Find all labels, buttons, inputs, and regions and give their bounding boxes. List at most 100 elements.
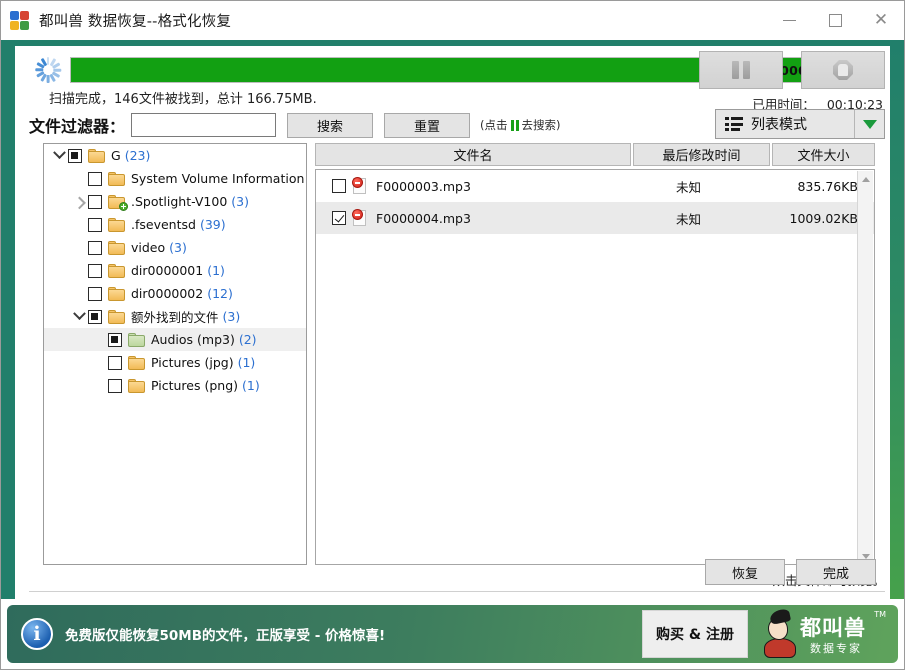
tree-node[interactable]: Pictures (jpg) (1) <box>44 351 306 374</box>
tree-node-count: (23) <box>124 148 151 163</box>
brand-tagline: 数据专家 <box>810 642 862 655</box>
search-hint-prefix: (点击 <box>480 118 508 132</box>
mini-pause-icon <box>510 119 519 131</box>
loading-spinner-icon <box>34 57 61 83</box>
tree-node[interactable]: dir0000001 (1) <box>44 259 306 282</box>
column-header-size[interactable]: 文件大小 <box>772 143 875 166</box>
folder-icon <box>128 378 146 393</box>
frame-left-bar <box>1 46 15 599</box>
folder-icon <box>108 286 126 301</box>
close-icon: ✕ <box>873 10 889 30</box>
tree-node-label: video <box>131 240 166 255</box>
tree-node-checkbox[interactable] <box>88 263 102 278</box>
tree-node-label: dir0000002 <box>131 286 204 301</box>
folder-icon <box>108 309 126 324</box>
tree-node-checkbox[interactable] <box>88 171 102 186</box>
tree-node-checkbox[interactable] <box>88 240 102 255</box>
reset-button[interactable]: 重置 <box>384 112 471 138</box>
file-row-checkbox[interactable] <box>332 211 346 225</box>
view-mode-label: 列表模式 <box>751 117 807 133</box>
tree-node[interactable]: System Volume Information(2) <box>44 167 306 190</box>
tree-node-checkbox[interactable] <box>108 355 122 370</box>
column-header-filename[interactable]: 文件名 <box>315 143 631 166</box>
footer-divider <box>29 591 885 592</box>
deleted-file-icon <box>352 209 368 227</box>
tree-node-label: G <box>111 148 121 163</box>
tree-node-label: dir0000001 <box>131 263 204 278</box>
tree-node[interactable]: .fseventsd (39) <box>44 213 306 236</box>
pause-button[interactable] <box>699 51 783 89</box>
tree-node-count: (3) <box>169 240 187 255</box>
promo-banner: i 免费版仅能恢复50MB的文件，正版享受 - 价格惊喜! 购买 & 注册 都叫… <box>7 605 898 663</box>
folder-icon <box>108 240 126 255</box>
tree-node-count: (1) <box>207 263 225 278</box>
window-controls: ✕ <box>766 1 904 40</box>
tree-node-label: .fseventsd <box>131 217 196 232</box>
tree-node-count: (3) <box>231 194 250 209</box>
file-row[interactable]: F0000003.mp3 未知 835.76KB <box>316 170 874 202</box>
file-row[interactable]: F0000004.mp3 未知 1009.02KB <box>316 202 874 234</box>
folder-icon <box>128 355 146 370</box>
scan-status-text: 扫描完成，146文件被找到，总计 166.75MB. <box>49 92 317 107</box>
filter-row: 文件过滤器： 搜索 重置 (点击 去搜索) <box>29 112 561 138</box>
view-mode-dropdown[interactable]: 列表模式 <box>715 109 885 139</box>
pause-icon <box>732 61 750 79</box>
search-hint: (点击 去搜索) <box>480 117 561 133</box>
tree-node[interactable]: 额外找到的文件 (3) <box>44 305 306 328</box>
file-name: F0000003.mp3 <box>376 178 471 194</box>
chevron-down-icon[interactable] <box>50 151 68 160</box>
list-icon <box>725 117 743 131</box>
main-content: 10000/10000 扫描完成，146文件被找到，总计 166.75MB. 已… <box>15 46 890 599</box>
recover-button[interactable]: 恢复 <box>705 559 785 585</box>
minimize-button[interactable] <box>766 1 812 40</box>
tree-node[interactable]: Audios (mp3) (2) <box>44 328 306 351</box>
tree-node-label: Audios (mp3) <box>151 332 235 347</box>
tree-node-checkbox[interactable] <box>68 148 82 163</box>
maximize-button[interactable] <box>812 1 858 40</box>
stop-button[interactable] <box>801 51 885 89</box>
file-modified: 未知 <box>675 179 701 195</box>
filter-label: 文件过滤器： <box>29 117 126 136</box>
tree-node[interactable]: Pictures (png) (1) <box>44 374 306 397</box>
finish-button[interactable]: 完成 <box>796 559 876 585</box>
file-list-scrollbar[interactable] <box>857 171 873 564</box>
tree-node[interactable]: .Spotlight-V100 (3) <box>44 190 306 213</box>
tree-node-label: Pictures (jpg) <box>151 355 234 370</box>
chevron-right-icon[interactable] <box>70 197 88 206</box>
tree-node-count: (3) <box>222 309 241 324</box>
folder-icon <box>108 263 126 278</box>
tree-node-checkbox[interactable] <box>88 194 102 209</box>
tree-node-checkbox[interactable] <box>108 332 122 347</box>
promo-message: 免费版仅能恢复50MB的文件，正版享受 - 价格惊喜! <box>65 628 386 644</box>
folder-tree-panel[interactable]: G(23)System Volume Information(2).Spotli… <box>43 143 307 565</box>
tree-node[interactable]: G (23) <box>44 144 306 167</box>
info-icon: i <box>21 618 53 650</box>
trademark-mark: TM <box>874 610 886 619</box>
close-button[interactable]: ✕ <box>858 1 904 40</box>
window-title: 都叫兽 数据恢复--格式化恢复 <box>39 14 232 30</box>
brand-name: 都叫兽 <box>800 615 866 640</box>
tree-node-checkbox[interactable] <box>88 217 102 232</box>
chevron-down-icon[interactable] <box>854 110 884 138</box>
file-list-header: 文件名 最后修改时间 文件大小 <box>315 143 875 166</box>
buy-register-button[interactable]: 购买 & 注册 <box>642 610 748 658</box>
scroll-up-arrow-icon[interactable] <box>858 171 873 188</box>
tree-node[interactable]: dir0000002 (12) <box>44 282 306 305</box>
folder-icon <box>108 194 128 211</box>
tree-node-checkbox[interactable] <box>88 286 102 301</box>
tree-node-checkbox[interactable] <box>88 309 102 324</box>
tree-node-count: (1) <box>237 355 256 370</box>
tree-node[interactable]: video (3) <box>44 236 306 259</box>
file-row-checkbox[interactable] <box>332 179 346 193</box>
file-name: F0000004.mp3 <box>376 210 471 226</box>
tree-node-checkbox[interactable] <box>108 378 122 393</box>
tree-node-label: System Volume Information <box>131 171 305 186</box>
stop-hand-icon <box>833 60 853 80</box>
filter-input[interactable] <box>131 113 277 137</box>
tree-node-count: (2) <box>238 332 257 347</box>
tree-node-label: Pictures (png) <box>151 378 239 393</box>
chevron-down-icon[interactable] <box>70 312 88 321</box>
folder-icon <box>128 332 146 347</box>
search-button[interactable]: 搜索 <box>287 112 374 138</box>
column-header-modified[interactable]: 最后修改时间 <box>633 143 770 166</box>
